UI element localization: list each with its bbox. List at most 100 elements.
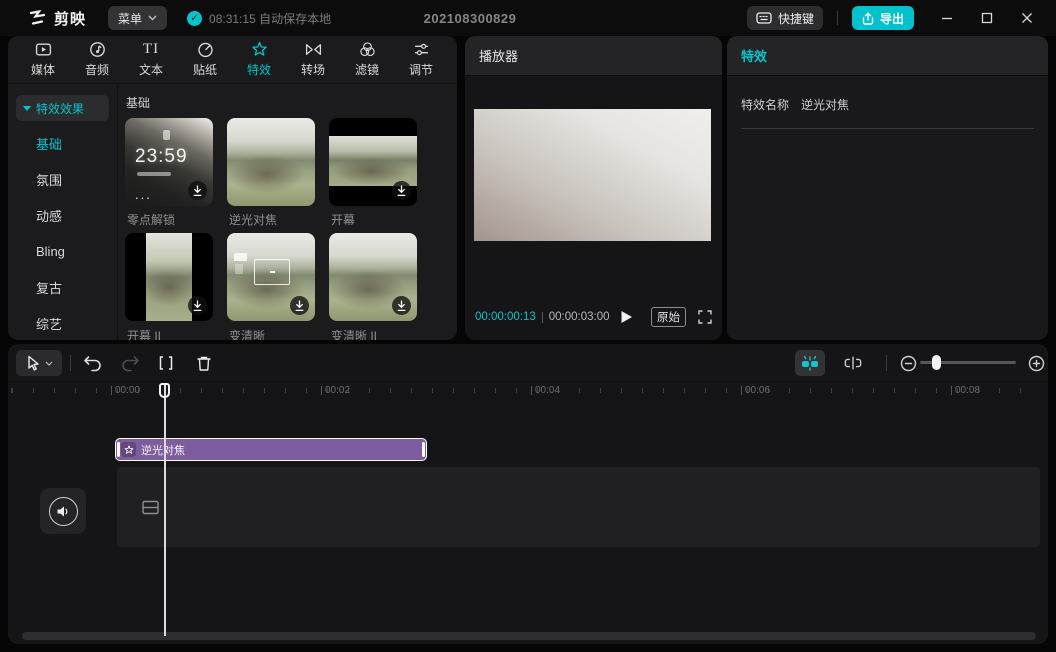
play-button[interactable] <box>620 310 633 324</box>
effect-clip-backlight-focus[interactable]: 逆光对焦 <box>115 438 427 461</box>
preview-axis-icon <box>842 354 864 372</box>
effect-thumb-opening-2[interactable] <box>125 233 213 321</box>
category-group-effects[interactable]: 特效效果 <box>16 95 109 121</box>
effects-star-icon <box>251 41 268 58</box>
menu-button[interactable]: 菜单 <box>108 6 167 30</box>
app-logo: 剪映 <box>28 8 86 29</box>
export-icon <box>862 12 874 25</box>
asset-tabbar: 媒体 音频 TI 文本 贴纸 <box>8 36 457 84</box>
close-button[interactable] <box>1020 11 1034 25</box>
thumb-overlay-chip2 <box>235 264 243 274</box>
thumb-ellipsis: ... <box>135 187 152 202</box>
thumb-clock-text: 23:59 <box>135 146 188 168</box>
download-icon[interactable] <box>290 296 309 315</box>
effect-name: 零点解锁 <box>127 211 223 228</box>
effect-thumb-sharpen[interactable] <box>227 233 315 321</box>
magnet-snap-icon <box>800 355 820 371</box>
cursor-icon <box>26 355 41 371</box>
shortcuts-button[interactable]: 快捷键 <box>747 6 823 30</box>
category-bling[interactable]: Bling <box>8 233 117 269</box>
timecode-separator <box>542 312 543 323</box>
category-variety[interactable]: 综艺 <box>8 305 117 340</box>
playhead-line <box>164 384 166 636</box>
thumb-image <box>227 118 315 206</box>
chevron-down-icon <box>148 15 157 21</box>
zoom-in-icon <box>1028 355 1045 372</box>
menu-label: 菜单 <box>118 10 142 27</box>
export-button[interactable]: 导出 <box>852 6 914 30</box>
tab-media-label: 媒体 <box>31 61 55 78</box>
effect-name: 开幕 <box>331 211 427 228</box>
effect-thumb-backlight-focus[interactable] <box>227 118 315 206</box>
thumb-overlay-chip <box>234 253 247 261</box>
inspector-tab-label[interactable]: 特效 <box>741 46 767 65</box>
effect-clip-label: 逆光对焦 <box>141 442 185 458</box>
category-variety-label: 综艺 <box>36 314 62 333</box>
ratio-button[interactable]: 原始 <box>651 307 686 327</box>
effect-name: 变清晰 II <box>331 327 427 340</box>
inspector-header: 特效 <box>727 36 1048 76</box>
timeline-scrollbar[interactable] <box>22 632 1036 640</box>
tab-filter[interactable]: 滤镜 <box>340 41 394 78</box>
select-tool-button[interactable] <box>16 350 62 376</box>
project-title: 202108300829 <box>390 11 550 26</box>
transition-icon <box>305 41 322 58</box>
effect-thumb-sharpen-2[interactable] <box>329 233 417 321</box>
category-retro[interactable]: 复古 <box>8 269 117 305</box>
effect-name: 变清晰 <box>229 327 325 340</box>
audio-icon <box>89 41 106 58</box>
download-icon[interactable] <box>188 181 207 200</box>
timeline-zoom-slider[interactable] <box>920 361 1016 364</box>
tab-effects-label: 特效 <box>247 61 271 78</box>
download-icon[interactable] <box>392 296 411 315</box>
maximize-button[interactable] <box>980 11 994 25</box>
text-icon: TI <box>143 41 159 58</box>
fullscreen-button[interactable] <box>698 310 712 324</box>
undo-button[interactable] <box>80 351 104 375</box>
zoom-out-button[interactable] <box>896 351 920 375</box>
delete-button[interactable] <box>192 351 216 375</box>
download-icon[interactable] <box>392 181 411 200</box>
tab-text[interactable]: TI 文本 <box>124 41 178 78</box>
preview-axis-toggle[interactable] <box>841 351 865 375</box>
tab-text-label: 文本 <box>139 61 163 78</box>
tab-sticker[interactable]: 贴纸 <box>178 41 232 78</box>
effect-name: 逆光对焦 <box>229 211 325 228</box>
media-icon <box>35 41 52 58</box>
thumb-image <box>146 233 192 321</box>
effect-thumb-opening[interactable] <box>329 118 417 206</box>
tab-filter-label: 滤镜 <box>355 61 379 78</box>
tab-effects[interactable]: 特效 <box>232 41 286 78</box>
category-basic[interactable]: 基础 <box>8 125 117 161</box>
effect-thumb-lock-unlock[interactable]: 23:59 ... <box>125 118 213 206</box>
zoom-slider-handle[interactable] <box>932 355 941 370</box>
minimize-button[interactable] <box>940 11 954 25</box>
playhead-handle[interactable] <box>159 383 170 398</box>
category-ambience[interactable]: 氛围 <box>8 161 117 197</box>
ruler-label: 00:06 <box>741 385 770 396</box>
tab-transition[interactable]: 转场 <box>286 41 340 78</box>
effect-name-value: 逆光对焦 <box>801 96 849 113</box>
sticker-icon <box>197 41 214 58</box>
effect-name-row: 特效名称 逆光对焦 <box>741 96 849 113</box>
player-panel: 播放器 00:00:00:13 00:00:03:00 原始 <box>465 36 722 340</box>
track-mute-button[interactable] <box>40 488 86 534</box>
split-button[interactable] <box>154 351 178 375</box>
tab-adjust[interactable]: 调节 <box>394 41 448 78</box>
effect-name: 开幕 II <box>127 327 223 340</box>
zoom-in-button[interactable] <box>1024 351 1048 375</box>
auto-snap-toggle[interactable] <box>795 350 825 376</box>
tab-audio[interactable]: 音频 <box>70 41 124 78</box>
zoom-out-icon <box>900 355 917 372</box>
window-controls <box>940 11 1034 25</box>
tab-media[interactable]: 媒体 <box>16 41 70 78</box>
player-title: 播放器 <box>479 46 518 65</box>
redo-button[interactable] <box>118 351 142 375</box>
player-header: 播放器 <box>465 36 722 76</box>
download-icon[interactable] <box>188 296 207 315</box>
category-dynamic[interactable]: 动感 <box>8 197 117 233</box>
speaker-icon <box>49 497 78 526</box>
keyboard-icon <box>756 12 772 24</box>
current-timecode: 00:00:00:13 <box>475 311 536 323</box>
adjust-sliders-icon <box>413 41 430 58</box>
